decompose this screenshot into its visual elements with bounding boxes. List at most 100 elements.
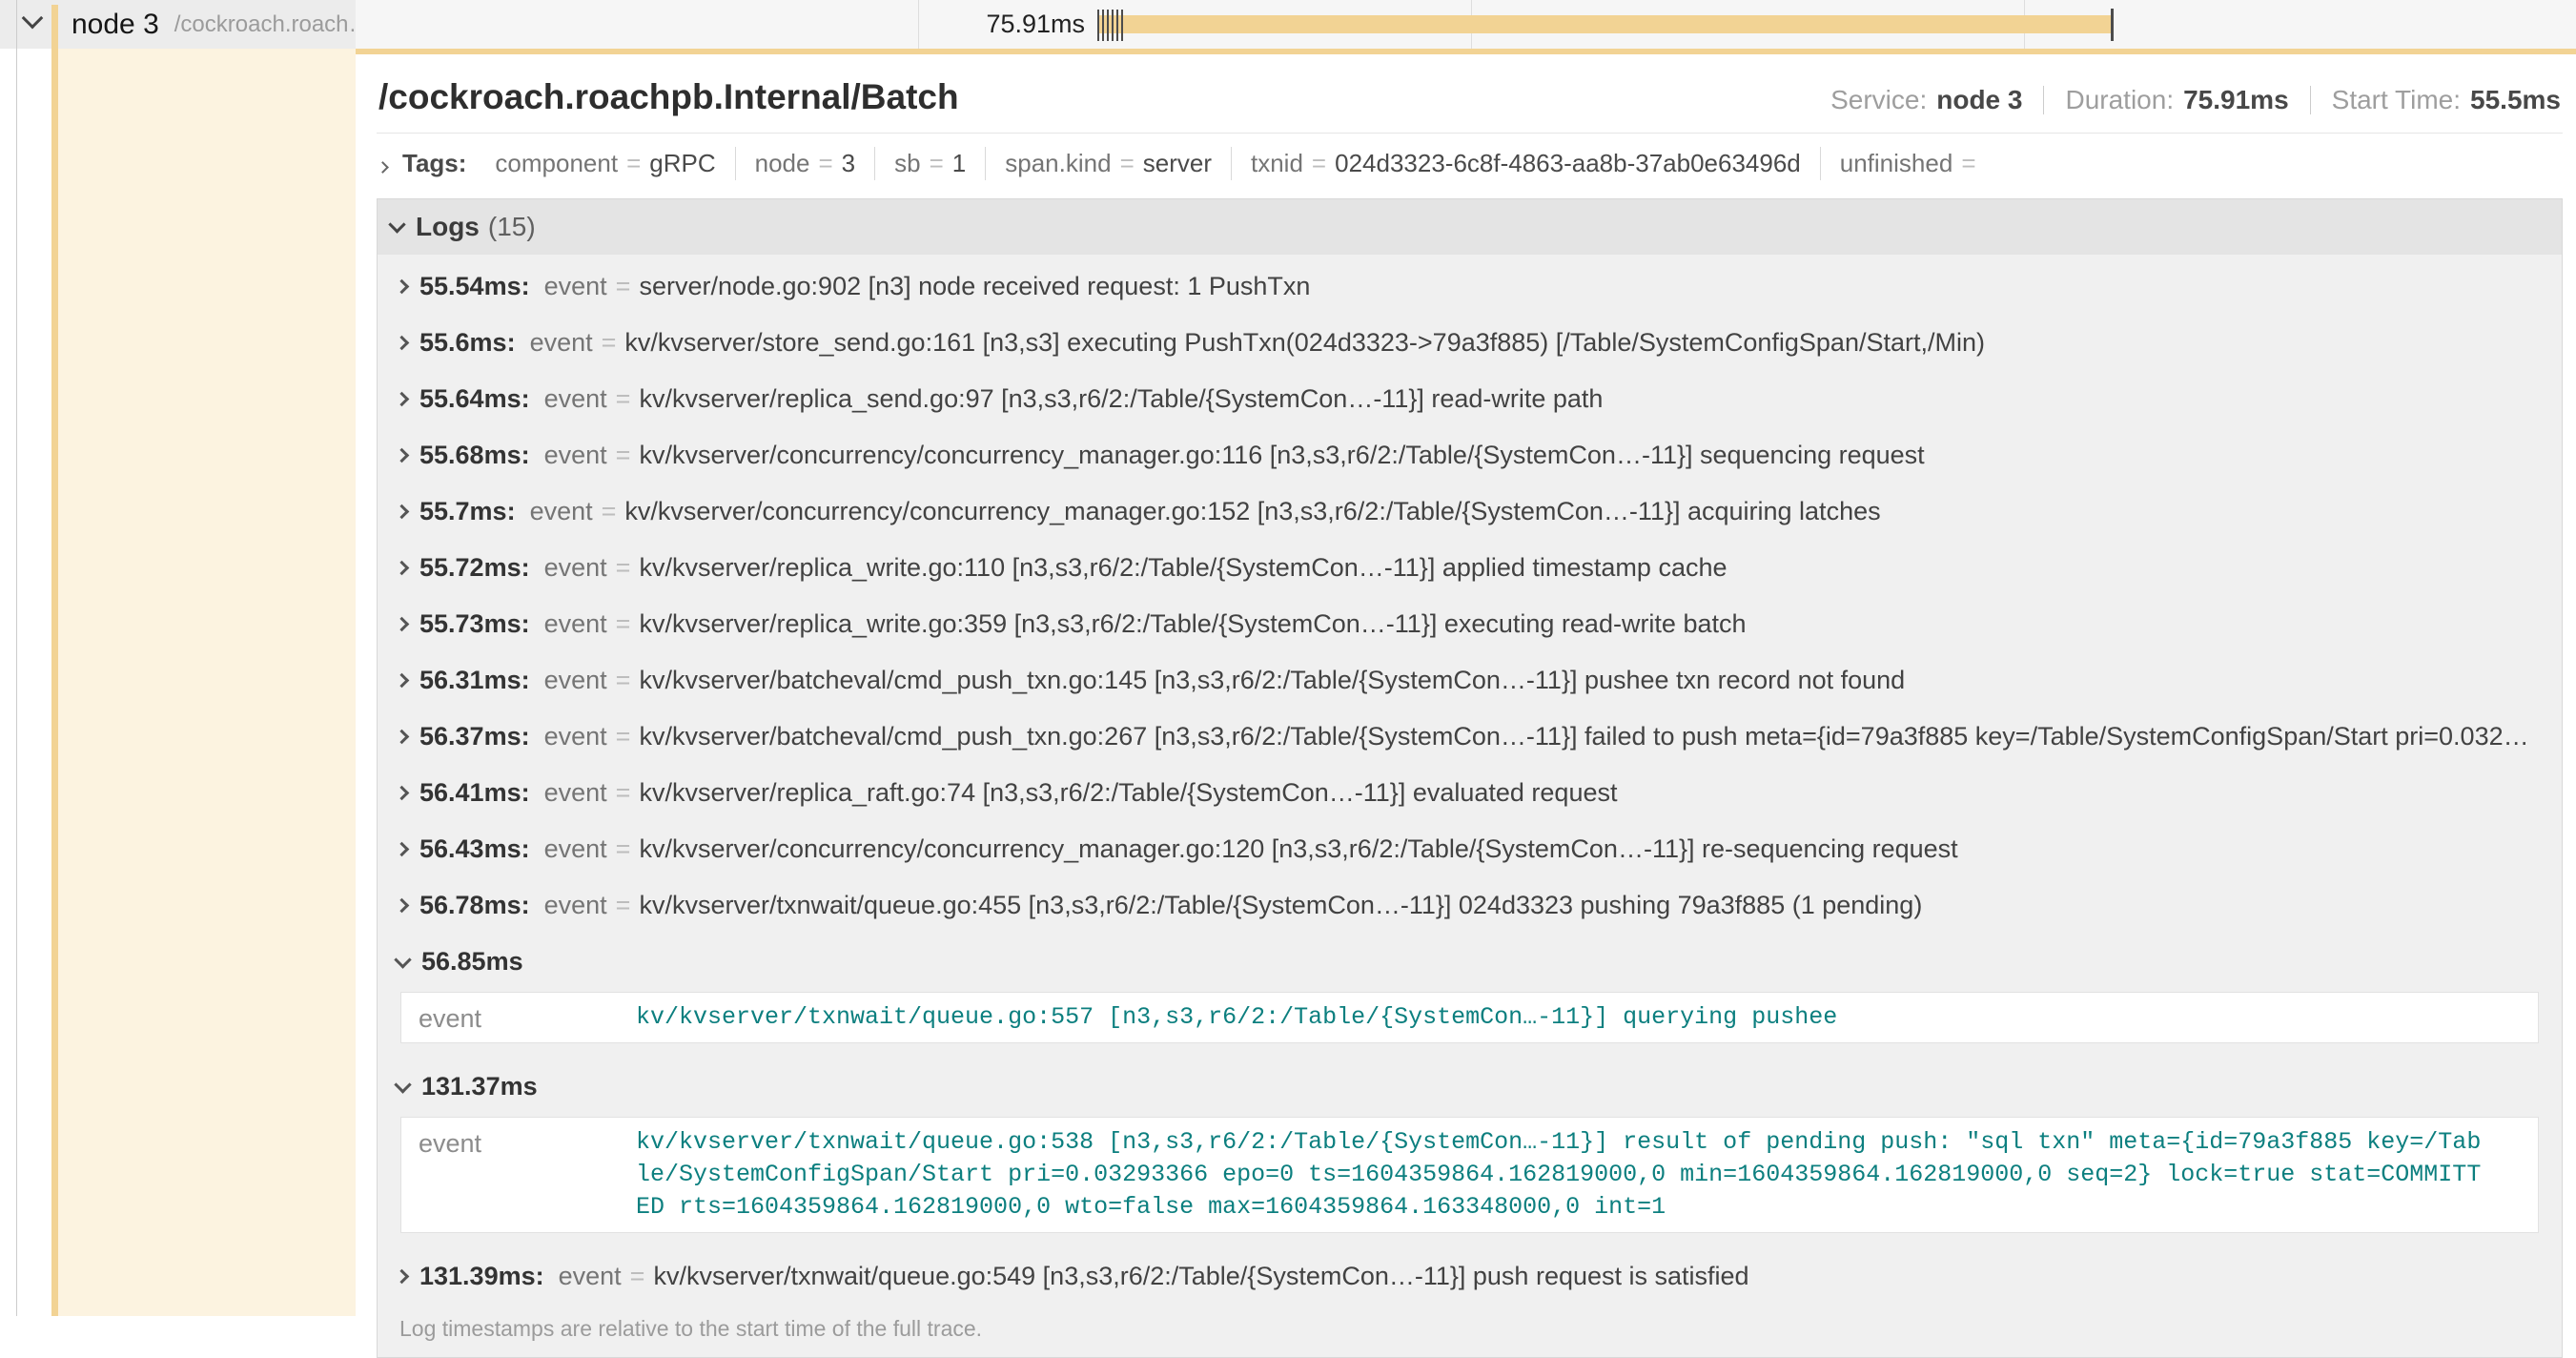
- log-field-key: event: [544, 778, 607, 808]
- log-row[interactable]: 55.54ms: event = server/node.go:902 [n3]…: [387, 258, 2552, 315]
- log-row[interactable]: 131.39ms: event = kv/kvserver/txnwait/qu…: [387, 1248, 2552, 1305]
- span-operation-name: /cockroach.roach…: [174, 11, 372, 38]
- logs-list: 55.54ms: event = server/node.go:902 [n3]…: [378, 255, 2562, 1357]
- start-time-label: Start Time:: [2332, 85, 2461, 115]
- equals-sign: =: [616, 834, 631, 864]
- start-time-value: 55.5ms: [2470, 85, 2561, 115]
- log-row[interactable]: 55.6ms: event = kv/kvserver/store_send.g…: [387, 315, 2552, 371]
- trace-timeline-view: node 3 /cockroach.roach… 75.91ms /cockro…: [0, 0, 2576, 1316]
- log-message: kv/kvserver/replica_write.go:110 [n3,s3,…: [639, 553, 2543, 583]
- log-message: server/node.go:902 [n3] node received re…: [639, 272, 2543, 301]
- log-timestamp: 55.6ms:: [419, 328, 516, 358]
- chevron-right-icon: [395, 504, 410, 520]
- equals-sign: =: [616, 891, 631, 920]
- log-marker-tick: [1102, 10, 1104, 41]
- log-field-key: event: [530, 328, 593, 358]
- log-marker-tick: [1121, 10, 1123, 41]
- log-marker-tick: [1112, 10, 1114, 41]
- column-divider[interactable]: [16, 0, 17, 1316]
- log-field-key: event: [544, 553, 607, 583]
- separator: [2043, 86, 2044, 114]
- log-row[interactable]: 55.7ms: event = kv/kvserver/concurrency/…: [387, 484, 2552, 540]
- log-timestamp: 131.39ms:: [419, 1262, 544, 1291]
- span-color-accent-bar: [51, 5, 58, 1316]
- log-row[interactable]: 55.72ms: event = kv/kvserver/replica_wri…: [387, 540, 2552, 596]
- tags-accordion-header[interactable]: Tags: component=gRPC node=3 sb=1 span.ki…: [377, 134, 2563, 193]
- log-timestamp: 55.64ms:: [419, 384, 530, 414]
- log-field-key: event: [419, 1126, 636, 1224]
- chevron-right-icon: [395, 448, 410, 463]
- service-label: Service:: [1830, 85, 1927, 115]
- duration-value: 75.91ms: [2183, 85, 2289, 115]
- log-timestamp: 55.73ms:: [419, 609, 530, 639]
- logs-footnote: Log timestamps are relative to the start…: [387, 1305, 2552, 1357]
- log-row[interactable]: 56.85ms: [387, 934, 2552, 990]
- log-field-key: event: [544, 666, 607, 695]
- log-fields-table: event kv/kvserver/txnwait/queue.go:538 […: [400, 1117, 2539, 1233]
- span-detail-row-tint: [58, 49, 356, 1316]
- tag-item: component=gRPC: [476, 147, 735, 180]
- tag-item: sb=1: [875, 147, 986, 180]
- log-row[interactable]: 56.31ms: event = kv/kvserver/batcheval/c…: [387, 652, 2552, 709]
- log-row[interactable]: 55.68ms: event = kv/kvserver/concurrency…: [387, 427, 2552, 484]
- log-message: kv/kvserver/store_send.go:161 [n3,s3] ex…: [624, 328, 2543, 358]
- log-message: kv/kvserver/replica_send.go:97 [n3,s3,r6…: [639, 384, 2543, 414]
- chevron-down-icon: [388, 216, 405, 233]
- equals-sign: =: [616, 666, 631, 695]
- log-row[interactable]: 131.37ms: [387, 1059, 2552, 1115]
- tag-item: node=3: [736, 147, 876, 180]
- log-timestamp: 56.78ms:: [419, 891, 530, 920]
- equals-sign: =: [616, 722, 631, 751]
- equals-sign: =: [602, 328, 617, 358]
- equals-sign: =: [616, 609, 631, 639]
- log-timestamp: 55.54ms:: [419, 272, 530, 301]
- log-field-key: event: [544, 384, 607, 414]
- chevron-right-icon: [395, 561, 410, 576]
- log-entry-expanded: 131.37ms event kv/kvserver/txnwait/queue…: [387, 1059, 2552, 1233]
- span-duration-bar[interactable]: [1097, 15, 2113, 33]
- chevron-down-icon: [394, 1076, 411, 1093]
- log-field-value: kv/kvserver/txnwait/queue.go:557 [n3,s3,…: [636, 1001, 2521, 1034]
- logs-accordion-header[interactable]: Logs (15): [378, 199, 2562, 255]
- log-row[interactable]: 56.43ms: event = kv/kvserver/concurrency…: [387, 821, 2552, 877]
- chevron-right-icon: [395, 392, 410, 407]
- log-row[interactable]: 56.41ms: event = kv/kvserver/replica_raf…: [387, 765, 2552, 821]
- chevron-right-icon: [395, 898, 410, 914]
- equals-sign: =: [616, 778, 631, 808]
- chevron-down-icon: [394, 951, 411, 968]
- log-field-key: event: [544, 891, 607, 920]
- log-field-key: event: [544, 272, 607, 301]
- span-operation-title: /cockroach.roachpb.Internal/Batch: [378, 77, 959, 117]
- span-overview: Service:node 3 Duration:75.91ms Start Ti…: [1830, 85, 2561, 115]
- span-detail-panel: /cockroach.roachpb.Internal/Batch Servic…: [356, 49, 2576, 1316]
- span-service-name: node 3: [72, 9, 159, 41]
- log-timestamp: 56.31ms:: [419, 666, 530, 695]
- span-timeline-cell[interactable]: 75.91ms: [356, 0, 2576, 49]
- log-field-key: event: [544, 722, 607, 751]
- log-field-value: kv/kvserver/txnwait/queue.go:538 [n3,s3,…: [636, 1126, 2521, 1224]
- log-message: kv/kvserver/replica_raft.go:74 [n3,s3,r6…: [639, 778, 2543, 808]
- log-field-key: event: [419, 1001, 636, 1034]
- log-field-key: event: [530, 497, 593, 526]
- log-row[interactable]: 56.78ms: event = kv/kvserver/txnwait/que…: [387, 877, 2552, 934]
- collapse-children-toggle[interactable]: [25, 13, 40, 31]
- duration-label: Duration:: [2065, 85, 2174, 115]
- log-marker-tick: [1116, 10, 1118, 41]
- log-field-key: event: [544, 441, 607, 470]
- equals-sign: =: [616, 553, 631, 583]
- log-timestamp: 56.43ms:: [419, 834, 530, 864]
- equals-sign: =: [616, 384, 631, 414]
- log-timestamp: 55.72ms:: [419, 553, 530, 583]
- log-message: kv/kvserver/replica_write.go:359 [n3,s3,…: [639, 609, 2543, 639]
- log-timestamp: 55.68ms:: [419, 441, 530, 470]
- log-row[interactable]: 56.37ms: event = kv/kvserver/batcheval/c…: [387, 709, 2552, 765]
- tags-label: Tags:: [402, 149, 466, 178]
- log-row[interactable]: 55.73ms: event = kv/kvserver/replica_wri…: [387, 596, 2552, 652]
- log-row[interactable]: 55.64ms: event = kv/kvserver/replica_sen…: [387, 371, 2552, 427]
- log-field-key: event: [559, 1262, 622, 1291]
- equals-sign: =: [616, 272, 631, 301]
- chevron-right-icon: [395, 336, 410, 351]
- equals-sign: =: [602, 497, 617, 526]
- tag-item: unfinished=: [1821, 147, 2004, 180]
- chevron-right-icon: [378, 149, 387, 178]
